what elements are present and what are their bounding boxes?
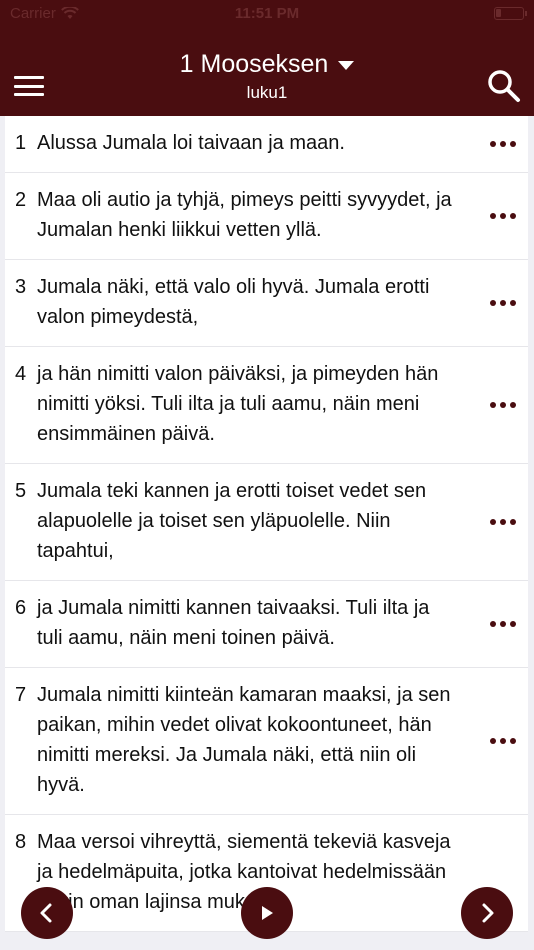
- verse-row[interactable]: 3 Jumala näki, että valo oli hyvä. Jumal…: [5, 260, 528, 347]
- verse-text: Jumala nimitti kiinteän kamaran maaksi, …: [37, 684, 451, 796]
- play-icon: [262, 906, 273, 920]
- more-options-icon[interactable]: [490, 519, 516, 525]
- book-selector[interactable]: 1 Mooseksen: [180, 50, 355, 79]
- status-time: 11:51 PM: [234, 5, 300, 22]
- book-title: 1 Mooseksen: [179, 50, 329, 78]
- verse-row[interactable]: 4 ja hän nimitti valon päiväksi, ja pime…: [5, 347, 528, 464]
- title-area[interactable]: 1 Mooseksen luku1: [0, 50, 534, 103]
- more-options-icon[interactable]: [490, 141, 516, 147]
- verse-row[interactable]: 1 Alussa Jumala loi taivaan ja maan.: [5, 116, 528, 173]
- verse-text: ja Jumala nimitti kannen taivaaksi. Tuli…: [37, 597, 430, 649]
- verse-number: 6: [15, 597, 27, 619]
- search-icon[interactable]: [486, 68, 522, 104]
- chevron-left-icon: [40, 903, 52, 923]
- verse-row[interactable]: 6 ja Jumala nimitti kannen taivaaksi. Tu…: [5, 581, 528, 668]
- status-bar: Carrier 11:51 PM: [0, 0, 534, 28]
- verse-row[interactable]: 5 Jumala teki kannen ja erotti toiset ve…: [5, 464, 528, 581]
- verse-text: ja hän nimitti valon päiväksi, ja pimeyd…: [37, 363, 439, 445]
- verse-row[interactable]: 7 Jumala nimitti kiinteän kamaran maaksi…: [5, 668, 528, 815]
- verse-text: Maa oli autio ja tyhjä, pimeys peitti sy…: [37, 189, 452, 241]
- more-options-icon[interactable]: [490, 621, 516, 627]
- verse-number: 5: [15, 480, 27, 502]
- previous-chapter-button[interactable]: [21, 887, 73, 939]
- verse-number: 2: [15, 189, 27, 211]
- verse-text: Jumala näki, että valo oli hyvä. Jumala …: [37, 276, 430, 328]
- caret-down-icon: [338, 61, 355, 70]
- verse-number: 4: [15, 363, 27, 385]
- next-chapter-button[interactable]: [461, 887, 513, 939]
- verse-list[interactable]: 1 Alussa Jumala loi taivaan ja maan. 2 M…: [5, 116, 528, 932]
- more-options-icon[interactable]: [490, 738, 516, 744]
- verse-number: 7: [15, 684, 27, 706]
- more-options-icon[interactable]: [490, 300, 516, 306]
- navigation-bar: 1 Mooseksen luku1: [0, 28, 534, 116]
- verse-number: 1: [15, 132, 27, 154]
- chevron-right-icon: [482, 903, 494, 923]
- play-button[interactable]: [241, 887, 293, 939]
- verse-number: 3: [15, 276, 27, 298]
- more-options-icon[interactable]: [490, 402, 516, 408]
- verse-row[interactable]: 2 Maa oli autio ja tyhjä, pimeys peitti …: [5, 173, 528, 260]
- chapter-label: luku1: [246, 83, 288, 102]
- battery-icon: [494, 7, 527, 20]
- verse-text: Alussa Jumala loi taivaan ja maan.: [37, 132, 345, 154]
- verse-text: Jumala teki kannen ja erotti toiset vede…: [37, 480, 427, 562]
- more-options-icon[interactable]: [490, 213, 516, 219]
